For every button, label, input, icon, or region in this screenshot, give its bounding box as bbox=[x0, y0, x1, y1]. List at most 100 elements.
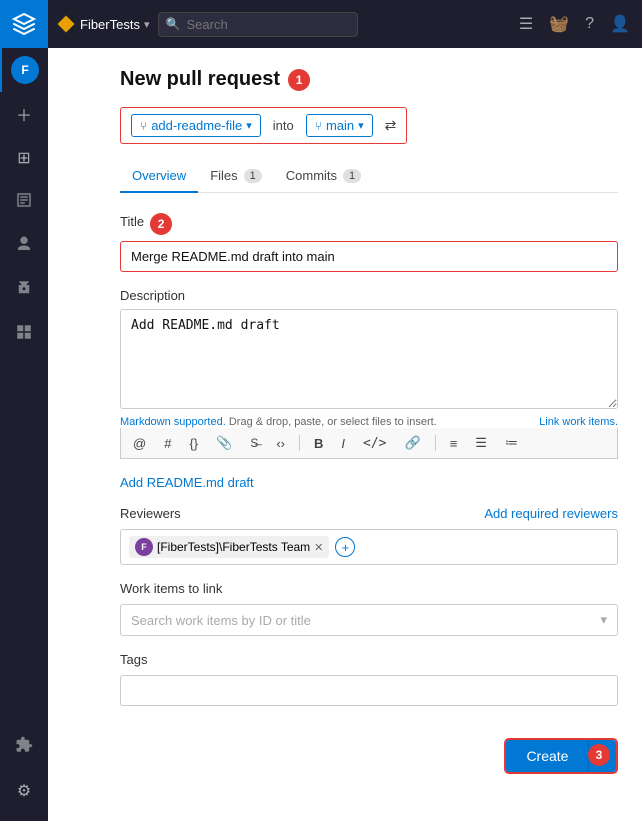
tabs-bar: Overview Files 1 Commits 1 bbox=[120, 160, 618, 193]
settings-icon: ⚙ bbox=[17, 781, 31, 801]
branch-icon-target: ⑂ bbox=[315, 119, 322, 133]
extensions-icon bbox=[15, 736, 33, 759]
tab-files-badge: 1 bbox=[244, 169, 262, 183]
tags-label: Tags bbox=[120, 652, 618, 667]
create-button[interactable]: Create bbox=[506, 740, 588, 772]
toolbar-sep-1 bbox=[299, 435, 300, 451]
add-required-reviewers-link[interactable]: Add required reviewers bbox=[484, 506, 618, 521]
tab-overview-label: Overview bbox=[132, 168, 186, 183]
source-branch-selector[interactable]: ⑂ add-readme-file ▾ bbox=[131, 114, 261, 137]
notifications-icon[interactable]: ☰ bbox=[519, 14, 533, 34]
user-icon[interactable]: 👤 bbox=[610, 14, 630, 34]
tags-section: Tags bbox=[120, 652, 618, 722]
description-toolbar: @ # {} 📎 S̶ ‹› B I </> 🔗 ≡ ☰ ≔ bbox=[120, 428, 618, 459]
branch-bar: ⑂ add-readme-file ▾ into ⑂ main ▾ ⇄ bbox=[120, 107, 407, 144]
work-items-selector[interactable]: Search work items by ID or title ▾ bbox=[120, 604, 618, 636]
target-branch-name: main bbox=[326, 118, 354, 133]
markdown-note-left: Markdown supported. Drag & drop, paste, … bbox=[120, 416, 437, 428]
reviewers-label: Reviewers bbox=[120, 506, 181, 521]
sidebar-item-overview[interactable]: F bbox=[0, 48, 48, 92]
annotation-2: 2 bbox=[150, 213, 172, 235]
source-branch-name: add-readme-file bbox=[151, 118, 242, 133]
toolbar-link-btn[interactable]: 🔗 bbox=[401, 433, 425, 453]
sidebar: F ＋ ⊞ bbox=[0, 0, 48, 821]
add-reviewer-btn[interactable]: + bbox=[335, 537, 355, 557]
artifacts-icon bbox=[15, 323, 33, 346]
tab-files-label: Files bbox=[210, 168, 237, 183]
source-branch-chevron: ▾ bbox=[246, 119, 252, 132]
tags-input[interactable] bbox=[120, 675, 618, 706]
topbar: FiberTests ▾ 🔍 ☰ 🧺 ? 👤 bbox=[48, 0, 642, 48]
search-input[interactable] bbox=[158, 12, 358, 37]
toolbar-align-btn[interactable]: ≡ bbox=[446, 434, 462, 453]
toolbar-hash-btn[interactable]: # bbox=[160, 434, 175, 453]
tab-commits-badge: 1 bbox=[343, 169, 361, 183]
repos-icon bbox=[15, 191, 33, 214]
project-diamond-icon bbox=[58, 16, 75, 33]
toolbar-strikethrough-btn[interactable]: S̶ bbox=[246, 434, 262, 452]
work-items-label: Work items to link bbox=[120, 581, 618, 596]
branch-icon-source: ⑂ bbox=[140, 119, 147, 133]
pipelines-icon bbox=[15, 235, 33, 258]
markdown-note: Markdown supported. Drag & drop, paste, … bbox=[120, 416, 618, 428]
sidebar-item-pipelines[interactable] bbox=[0, 224, 48, 268]
project-selector[interactable]: FiberTests ▾ bbox=[60, 17, 150, 32]
reviewer-avatar: F bbox=[135, 538, 153, 556]
toolbar-list-ul-btn[interactable]: ☰ bbox=[471, 433, 491, 453]
page-title-text: New pull request bbox=[120, 68, 280, 91]
description-label: Description bbox=[120, 288, 618, 303]
markdown-link[interactable]: Markdown supported. bbox=[120, 416, 226, 428]
annotation-3: 3 bbox=[588, 744, 610, 766]
toolbar-list-ol-btn[interactable]: ≔ bbox=[501, 433, 522, 453]
app-logo[interactable] bbox=[0, 0, 48, 48]
draft-link[interactable]: Add README.md draft bbox=[120, 475, 618, 490]
reviewers-section: Reviewers Add required reviewers F [Fibe… bbox=[120, 506, 618, 565]
target-branch-chevron: ▾ bbox=[358, 119, 364, 132]
annotation-1: 1 bbox=[288, 69, 310, 91]
toolbar-bold-btn[interactable]: B bbox=[310, 434, 327, 453]
sidebar-item-extensions[interactable] bbox=[0, 725, 48, 769]
project-chevron-icon: ▾ bbox=[144, 18, 150, 31]
project-name: FiberTests bbox=[80, 17, 140, 32]
tab-commits-label: Commits bbox=[286, 168, 337, 183]
link-work-items-note: Link work items. bbox=[539, 416, 618, 428]
reviewers-header: Reviewers Add required reviewers bbox=[120, 506, 618, 521]
reviewer-remove-btn[interactable]: ✕ bbox=[314, 541, 323, 554]
title-section: Title 2 bbox=[120, 213, 618, 272]
reviewer-tag: F [FiberTests]\FiberTests Team ✕ bbox=[129, 536, 329, 558]
toolbar-mention-btn[interactable]: {} bbox=[185, 434, 202, 453]
reviewer-name: [FiberTests]\FiberTests Team bbox=[157, 540, 310, 554]
description-textarea[interactable]: Add README.md draft bbox=[120, 309, 618, 409]
reviewers-box[interactable]: F [FiberTests]\FiberTests Team ✕ + bbox=[120, 529, 618, 565]
toolbar-at-btn[interactable]: @ bbox=[129, 434, 150, 453]
search-icon: 🔍 bbox=[166, 17, 181, 31]
sidebar-item-testplans[interactable] bbox=[0, 268, 48, 312]
basket-icon[interactable]: 🧺 bbox=[549, 14, 569, 34]
toolbar-code-btn[interactable]: </> bbox=[359, 434, 390, 453]
toolbar-attach-btn[interactable]: 📎 bbox=[212, 433, 236, 453]
work-items-chevron-icon: ▾ bbox=[600, 612, 607, 628]
work-items-section: Work items to link Search work items by … bbox=[120, 581, 618, 636]
description-section: Description Add README.md draft Markdown… bbox=[120, 288, 618, 459]
branch-into-label: into bbox=[273, 118, 294, 133]
sidebar-item-boards[interactable]: ⊞ bbox=[0, 136, 48, 180]
testplans-icon bbox=[15, 279, 33, 302]
title-input[interactable] bbox=[120, 241, 618, 272]
sidebar-item-repos[interactable] bbox=[0, 180, 48, 224]
swap-branches-icon[interactable]: ⇄ bbox=[385, 117, 397, 134]
link-work-items-link[interactable]: Link work items. bbox=[539, 416, 618, 428]
sidebar-item-settings[interactable]: ⚙ bbox=[0, 769, 48, 813]
tab-commits[interactable]: Commits 1 bbox=[274, 160, 373, 193]
title-label: Title bbox=[120, 214, 144, 229]
target-branch-selector[interactable]: ⑂ main ▾ bbox=[306, 114, 373, 137]
page-title-row: New pull request 1 bbox=[120, 68, 618, 91]
main-content: New pull request 1 ⑂ add-readme-file ▾ i… bbox=[96, 48, 642, 821]
toolbar-chevron-btn[interactable]: ‹› bbox=[272, 434, 289, 453]
help-icon[interactable]: ? bbox=[585, 15, 594, 33]
search-wrapper: 🔍 bbox=[158, 12, 358, 37]
sidebar-item-add[interactable]: ＋ bbox=[0, 92, 48, 136]
tab-overview[interactable]: Overview bbox=[120, 160, 198, 193]
sidebar-item-artifacts[interactable] bbox=[0, 312, 48, 356]
tab-files[interactable]: Files 1 bbox=[198, 160, 274, 193]
toolbar-italic-btn[interactable]: I bbox=[337, 434, 349, 453]
